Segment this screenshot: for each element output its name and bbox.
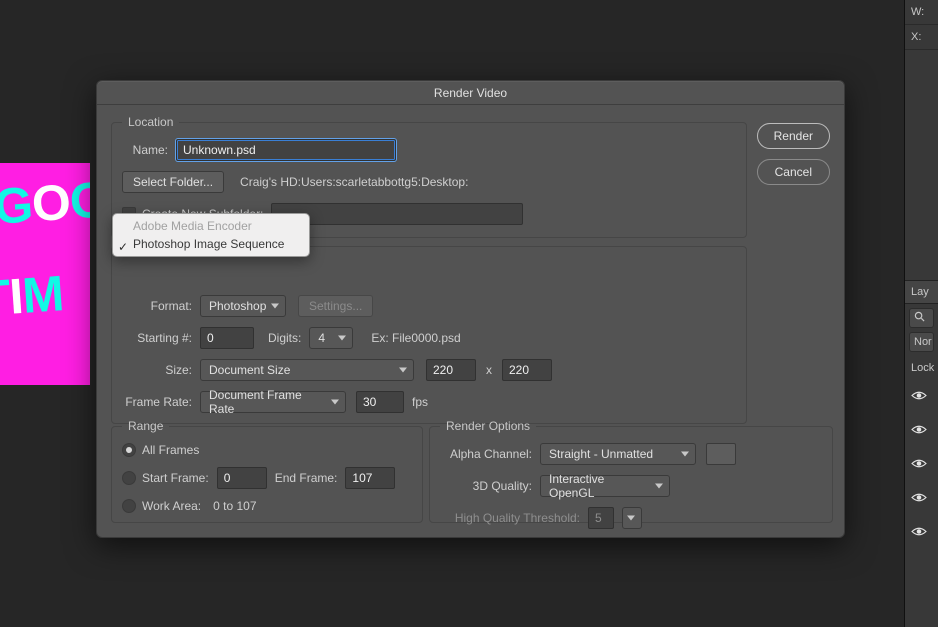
start-frame-input[interactable] <box>217 467 267 489</box>
all-frames-radio[interactable] <box>122 443 136 457</box>
digits-select[interactable]: 4 <box>309 327 353 349</box>
location-legend: Location <box>122 115 179 129</box>
layer-visibility-toggle-2[interactable] <box>905 414 938 448</box>
size-preset-select[interactable]: Document Size <box>200 359 414 381</box>
render-options-group: Render Options Alpha Channel: Straight -… <box>429 419 833 523</box>
start-frame-label: Start Frame: <box>142 471 209 485</box>
all-frames-label: All Frames <box>142 443 199 457</box>
format-label: Format: <box>122 299 192 313</box>
encoder-popup-item-ame[interactable]: Adobe Media Encoder <box>113 217 309 235</box>
work-area-label: Work Area: <box>142 499 201 513</box>
lock-label: Lock <box>905 354 938 380</box>
eye-icon <box>911 492 927 506</box>
eye-icon <box>911 390 927 404</box>
work-area-radio[interactable] <box>122 499 136 513</box>
size-x-label: x <box>486 363 492 377</box>
transform-x-label: X: <box>905 25 938 50</box>
blend-mode-select[interactable]: Nor <box>909 332 934 352</box>
cancel-button[interactable]: Cancel <box>757 159 830 185</box>
layer-search-input[interactable] <box>909 308 934 328</box>
starting-number-label: Starting #: <box>122 331 192 345</box>
encoder-type-popup: Adobe Media Encoder ✓ Photoshop Image Se… <box>112 213 310 257</box>
start-frame-radio[interactable] <box>122 471 136 485</box>
dialog-title: Render Video <box>97 81 844 105</box>
quality-3d-label: 3D Quality: <box>440 479 532 493</box>
transform-w-label: W: <box>905 0 938 25</box>
name-label: Name: <box>122 143 168 157</box>
eye-icon <box>911 424 927 438</box>
eye-icon <box>911 526 927 540</box>
layer-visibility-toggle-4[interactable] <box>905 482 938 516</box>
encoder-popup-item-image-sequence[interactable]: ✓ Photoshop Image Sequence <box>113 235 309 253</box>
layer-visibility-toggle-3[interactable] <box>905 448 938 482</box>
name-input[interactable] <box>176 139 396 161</box>
settings-button: Settings... <box>298 295 373 317</box>
filename-example: Ex: File0000.psd <box>371 331 460 345</box>
format-select[interactable]: Photoshop <box>200 295 286 317</box>
render-video-dialog: Render Video Render Cancel Location Name… <box>96 80 845 538</box>
frame-rate-label: Frame Rate: <box>122 395 192 409</box>
alpha-channel-select[interactable]: Straight - Unmatted <box>540 443 696 465</box>
select-folder-button[interactable]: Select Folder... <box>122 171 224 193</box>
render-options-legend: Render Options <box>440 419 536 433</box>
layer-visibility-toggle-1[interactable] <box>905 380 938 414</box>
starting-number-input[interactable] <box>200 327 254 349</box>
work-area-value: 0 to 107 <box>213 499 256 513</box>
preview-text-line-2: TIM <box>0 265 65 327</box>
alpha-channel-label: Alpha Channel: <box>440 447 532 461</box>
layer-visibility-toggle-5[interactable] <box>905 516 938 550</box>
folder-path-text: Craig's HD:Users:scarletabbottg5:Desktop… <box>240 175 468 189</box>
size-label: Size: <box>122 363 192 377</box>
range-group: Range All Frames Start Frame: End Frame:… <box>111 419 423 523</box>
range-legend: Range <box>122 419 169 433</box>
check-icon: ✓ <box>118 238 128 256</box>
panel-strip: W: X: Lay Nor Lock <box>904 0 938 627</box>
quality-3d-select[interactable]: Interactive OpenGL <box>540 475 670 497</box>
end-frame-label: End Frame: <box>275 471 338 485</box>
height-input[interactable] <box>502 359 552 381</box>
width-input[interactable] <box>426 359 476 381</box>
frame-rate-preset-select[interactable]: Document Frame Rate <box>200 391 346 413</box>
hq-threshold-label: High Quality Threshold: <box>440 511 580 525</box>
preview-text-line-1: GOO <box>0 171 90 235</box>
frame-rate-input[interactable] <box>356 391 404 413</box>
document-preview: GOO TIM <box>0 163 90 385</box>
hq-threshold-input <box>588 507 614 529</box>
end-frame-input[interactable] <box>345 467 395 489</box>
hq-threshold-stepper <box>622 507 642 529</box>
search-icon <box>914 311 925 325</box>
render-button[interactable]: Render <box>757 123 830 149</box>
frame-rate-unit: fps <box>412 395 428 409</box>
layers-panel-header[interactable]: Lay <box>905 280 938 304</box>
matte-color-swatch[interactable] <box>706 443 736 465</box>
encoder-group: Format: Photoshop Settings... Starting #… <box>111 246 747 424</box>
eye-icon <box>911 458 927 472</box>
digits-label: Digits: <box>268 331 301 345</box>
